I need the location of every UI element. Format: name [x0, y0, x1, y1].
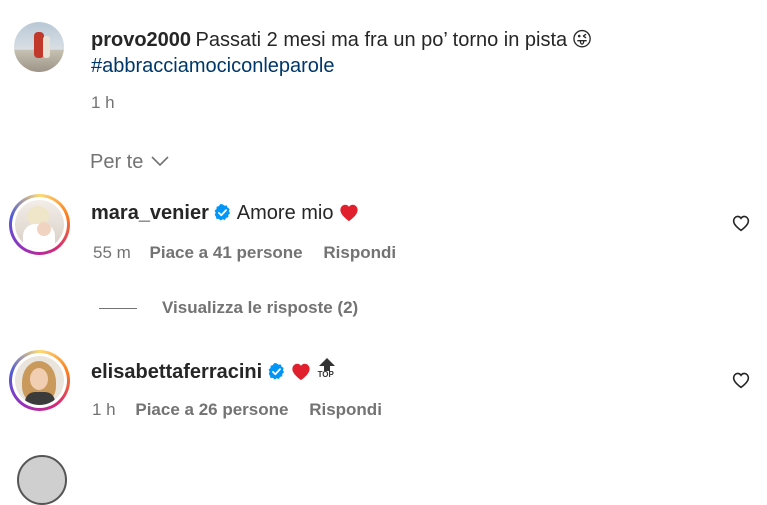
comment-meta: 1 h Piace a 26 persone Rispondi [92, 400, 382, 420]
next-comment-avatar[interactable] [17, 455, 67, 505]
verified-badge-icon [214, 204, 231, 221]
comment-avatar[interactable] [15, 356, 64, 405]
post-author-avatar[interactable] [14, 22, 64, 72]
wink-emoji: 😜 [571, 29, 593, 51]
comment-meta: 55 m Piace a 41 persone Rispondi [93, 243, 396, 263]
top-arrow-emoji-icon: TOP [317, 358, 337, 380]
comment-likes-link[interactable]: Piace a 26 persone [135, 400, 288, 419]
comment-username[interactable]: elisabettaferracini [91, 361, 262, 383]
comment-text: Amore mio [236, 202, 334, 224]
comment-username[interactable]: mara_venier [91, 202, 209, 224]
reply-button[interactable]: Rispondi [309, 400, 382, 419]
like-heart-icon[interactable] [731, 371, 751, 389]
reply-button[interactable]: Rispondi [323, 243, 396, 262]
comments-filter-dropdown[interactable]: Per te [90, 151, 169, 174]
red-heart-emoji-icon [292, 363, 310, 381]
top-label: TOP [317, 370, 334, 379]
like-heart-icon[interactable] [731, 214, 751, 232]
chevron-down-icon [151, 156, 169, 167]
post-time: 1 h [91, 93, 115, 112]
filter-label: Per te [90, 151, 144, 173]
comment-line: mara_venier Amore mio [91, 202, 360, 225]
post-username[interactable]: provo2000 [91, 29, 191, 51]
replies-divider [99, 308, 137, 309]
comment-likes-link[interactable]: Piace a 41 persone [150, 243, 303, 262]
view-replies-button[interactable]: Visualizza le risposte (2) [162, 298, 358, 318]
post-hashtag[interactable]: #abbracciamociconleparole [91, 55, 334, 78]
comment-line: elisabettaferracini TOP [91, 358, 337, 384]
comment-time: 55 m [93, 243, 131, 262]
post-caption-line: provo2000 Passati 2 mesi ma fra un po’ t… [91, 27, 593, 52]
post-caption: Passati 2 mesi ma fra un po’ torno in pi… [195, 29, 568, 51]
verified-badge-icon [268, 363, 284, 380]
comment-avatar[interactable] [15, 200, 64, 249]
avatar-figure-2 [43, 36, 50, 58]
comment-time: 1 h [92, 400, 116, 419]
red-heart-emoji-icon [340, 204, 358, 222]
